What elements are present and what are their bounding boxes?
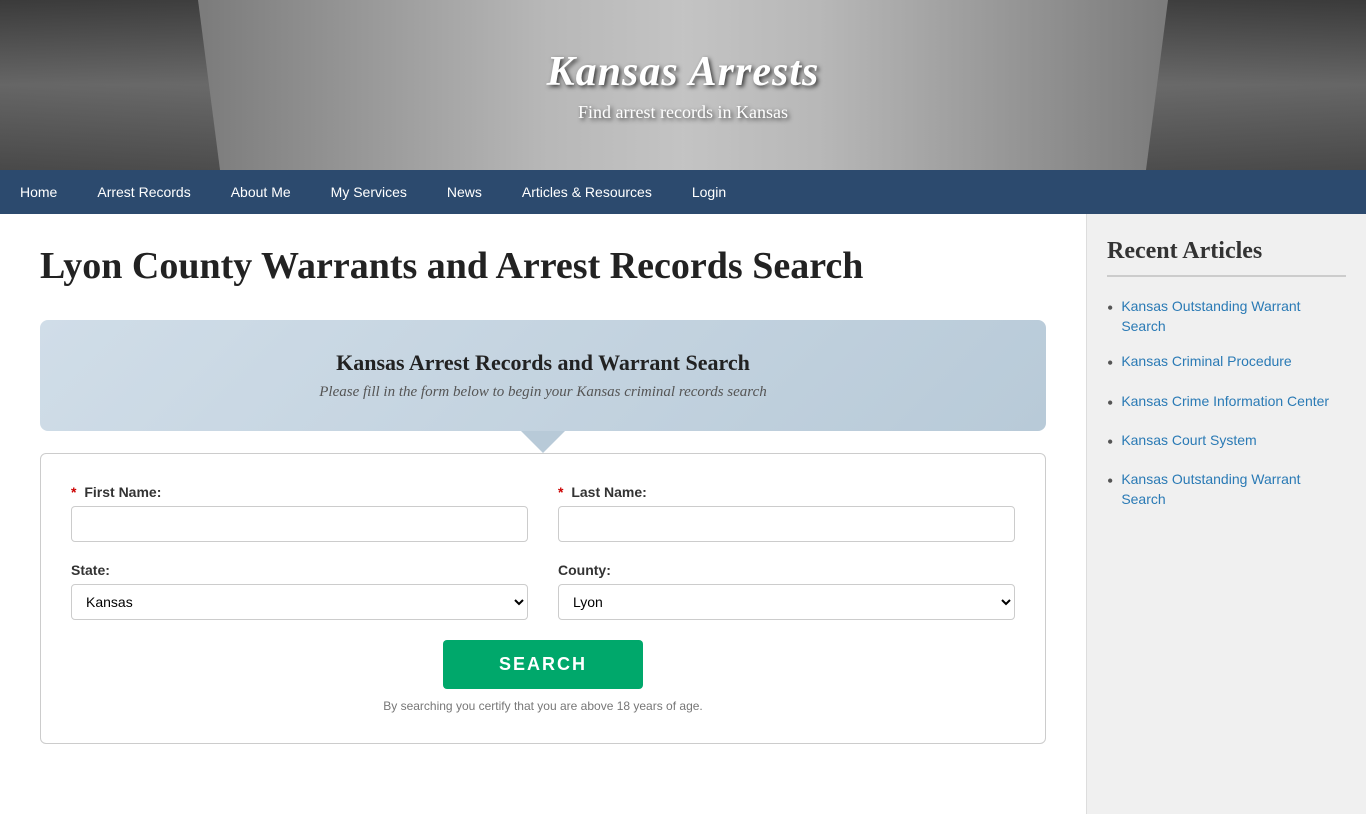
nav-arrest-records[interactable]: Arrest Records bbox=[77, 170, 210, 214]
name-row: * First Name: * Last Name: bbox=[71, 484, 1015, 542]
nav-login[interactable]: Login bbox=[672, 170, 746, 214]
hero-left-overlay bbox=[0, 0, 220, 170]
state-select[interactable]: Kansas bbox=[71, 584, 528, 620]
page-wrapper: Lyon County Warrants and Arrest Records … bbox=[0, 214, 1366, 814]
list-item: • Kansas Outstanding Warrant Search bbox=[1107, 297, 1346, 336]
last-name-label: * Last Name: bbox=[558, 484, 1015, 500]
nav-about-me[interactable]: About Me bbox=[211, 170, 311, 214]
page-title: Lyon County Warrants and Arrest Records … bbox=[40, 244, 1046, 290]
hero-right-overlay bbox=[1146, 0, 1366, 170]
list-item: • Kansas Court System bbox=[1107, 431, 1346, 454]
state-label: State: bbox=[71, 562, 528, 578]
last-name-group: * Last Name: bbox=[558, 484, 1015, 542]
site-title: Kansas Arrests bbox=[547, 48, 820, 96]
list-item: • Kansas Crime Information Center bbox=[1107, 392, 1346, 415]
last-name-input[interactable] bbox=[558, 506, 1015, 542]
county-label: County: bbox=[558, 562, 1015, 578]
hero-section: Kansas Arrests Find arrest records in Ka… bbox=[0, 0, 1366, 170]
list-item: • Kansas Outstanding Warrant Search bbox=[1107, 470, 1346, 509]
location-row: State: Kansas County: Lyon bbox=[71, 562, 1015, 620]
sidebar-title: Recent Articles bbox=[1107, 238, 1346, 277]
article-link-1[interactable]: Kansas Criminal Procedure bbox=[1121, 352, 1291, 372]
search-card-title: Kansas Arrest Records and Warrant Search bbox=[70, 350, 1016, 376]
site-subtitle: Find arrest records in Kansas bbox=[547, 102, 820, 123]
main-nav: Home Arrest Records About Me My Services… bbox=[0, 170, 1366, 214]
last-name-required: * bbox=[558, 484, 563, 500]
search-card-subtitle: Please fill in the form below to begin y… bbox=[70, 384, 1016, 401]
search-button[interactable]: SEARCH bbox=[443, 640, 643, 689]
bullet-icon: • bbox=[1107, 431, 1113, 454]
bullet-icon: • bbox=[1107, 297, 1113, 320]
article-link-0[interactable]: Kansas Outstanding Warrant Search bbox=[1121, 297, 1346, 336]
main-content: Lyon County Warrants and Arrest Records … bbox=[0, 214, 1086, 814]
county-group: County: Lyon bbox=[558, 562, 1015, 620]
nav-news[interactable]: News bbox=[427, 170, 502, 214]
form-note: By searching you certify that you are ab… bbox=[71, 699, 1015, 713]
first-name-required: * bbox=[71, 484, 76, 500]
sidebar: Recent Articles • Kansas Outstanding War… bbox=[1086, 214, 1366, 814]
hero-text-block: Kansas Arrests Find arrest records in Ka… bbox=[547, 48, 820, 123]
bullet-icon: • bbox=[1107, 470, 1113, 493]
nav-articles-resources[interactable]: Articles & Resources bbox=[502, 170, 672, 214]
article-link-4[interactable]: Kansas Outstanding Warrant Search bbox=[1121, 470, 1346, 509]
first-name-label: * First Name: bbox=[71, 484, 528, 500]
nav-my-services[interactable]: My Services bbox=[311, 170, 427, 214]
state-group: State: Kansas bbox=[71, 562, 528, 620]
county-select[interactable]: Lyon bbox=[558, 584, 1015, 620]
list-item: • Kansas Criminal Procedure bbox=[1107, 352, 1346, 375]
search-form-area: * First Name: * Last Name: State: bbox=[40, 453, 1046, 744]
bullet-icon: • bbox=[1107, 352, 1113, 375]
first-name-input[interactable] bbox=[71, 506, 528, 542]
nav-home[interactable]: Home bbox=[0, 170, 77, 214]
article-link-3[interactable]: Kansas Court System bbox=[1121, 431, 1256, 451]
bullet-icon: • bbox=[1107, 392, 1113, 415]
article-link-2[interactable]: Kansas Crime Information Center bbox=[1121, 392, 1329, 412]
first-name-group: * First Name: bbox=[71, 484, 528, 542]
search-card: Kansas Arrest Records and Warrant Search… bbox=[40, 320, 1046, 431]
recent-articles-list: • Kansas Outstanding Warrant Search • Ka… bbox=[1107, 297, 1346, 510]
card-arrow bbox=[521, 431, 565, 453]
